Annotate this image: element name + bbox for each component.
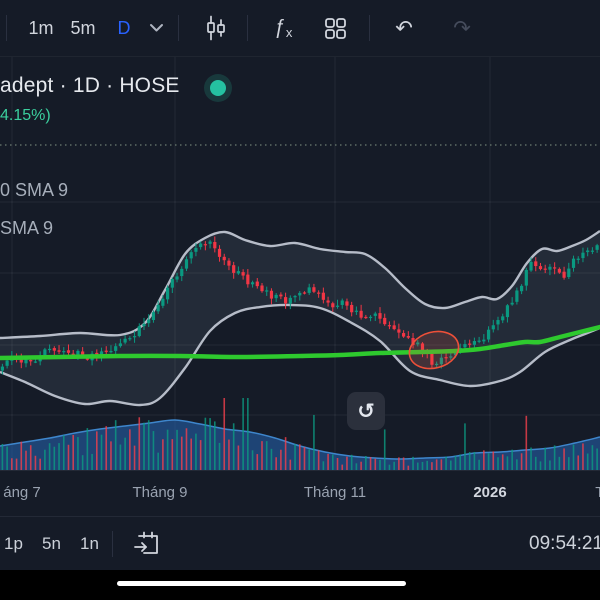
- home-indicator-area: [0, 570, 600, 600]
- range-button-1p[interactable]: 1p: [4, 517, 23, 571]
- range-button-1n[interactable]: 1n: [80, 517, 99, 571]
- toolbar-separator: [178, 15, 179, 41]
- trading-app-screen: adept · 1D · HOSE 4.15%) 0 SMA 9 SMA 9 ↺…: [0, 0, 600, 600]
- toolbar-separator: [112, 531, 113, 557]
- go-to-date-button[interactable]: [134, 517, 162, 571]
- price-chart-canvas[interactable]: [0, 0, 600, 470]
- indicators-button[interactable]: ƒx: [268, 0, 298, 56]
- refresh-icon: ↺: [357, 399, 375, 423]
- calendar-arrow-icon: [134, 531, 158, 554]
- time-label: áng 7: [3, 484, 41, 501]
- undo-button[interactable]: ↶: [390, 0, 418, 56]
- home-indicator[interactable]: [117, 581, 406, 586]
- top-toolbar: 1m 5m D ƒx ↶ ↷: [0, 0, 600, 57]
- toolbar-separator: [6, 15, 7, 41]
- chevron-down-icon: [149, 24, 163, 32]
- range-button-5n[interactable]: 5n: [42, 517, 61, 571]
- session-clock: 09:54:21: [529, 533, 600, 554]
- fx-indicators-icon: ƒx: [273, 16, 293, 40]
- toolbar-separator: [369, 15, 370, 41]
- interval-button-1d-active[interactable]: D: [112, 0, 136, 56]
- bottom-toolbar: 1p 5n 1n 09:54:21: [0, 516, 600, 571]
- interval-dropdown-button[interactable]: [144, 0, 168, 56]
- undo-icon: ↶: [395, 15, 413, 40]
- toolbar-separator: [247, 15, 248, 41]
- time-label: Th: [595, 484, 600, 501]
- layout-grid-button[interactable]: [320, 0, 350, 56]
- redo-button[interactable]: ↷: [448, 0, 476, 56]
- time-label: Tháng 11: [303, 484, 367, 501]
- redo-icon: ↷: [453, 15, 471, 40]
- bollinger-fill: [0, 231, 600, 406]
- chart-style-button[interactable]: [202, 0, 230, 56]
- candlestick-icon: [207, 15, 225, 41]
- reset-chart-button[interactable]: ↺: [347, 392, 385, 430]
- interval-button-1m[interactable]: 1m: [26, 0, 56, 56]
- time-label: Tháng 9: [132, 484, 188, 501]
- connection-status-dot: [204, 74, 232, 102]
- grid-layout-icon: [324, 17, 346, 39]
- time-axis[interactable]: áng 7 Tháng 9 Tháng 11 2026 Th: [0, 470, 600, 517]
- interval-button-5m[interactable]: 5m: [68, 0, 98, 56]
- time-label: 2026: [473, 484, 507, 501]
